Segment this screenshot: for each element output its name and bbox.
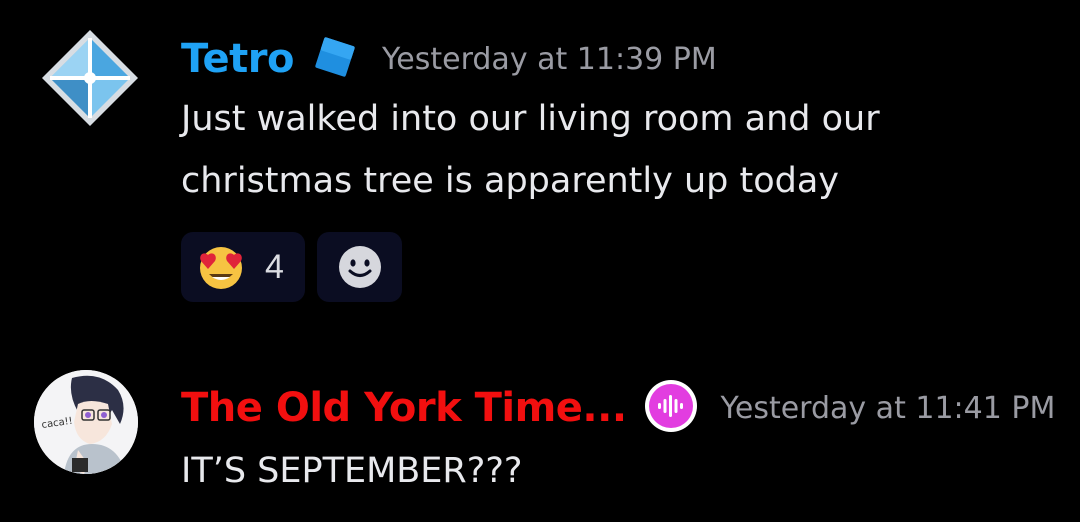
reaction-count: 4 bbox=[265, 247, 284, 286]
message-header: The Old York Time... Yesterday at 11:41 … bbox=[181, 378, 1055, 438]
message-content: IT’S SEPTEMBER??? bbox=[181, 440, 522, 502]
author-name[interactable]: Tetro bbox=[181, 36, 294, 82]
message-header: Tetro Yesterday at 11:39 PM bbox=[181, 30, 717, 88]
timestamp[interactable]: Yesterday at 11:41 PM bbox=[721, 391, 1056, 426]
message-line: Just walked into our living room and our bbox=[181, 99, 880, 139]
heart-eyes-emoji-icon bbox=[200, 247, 242, 289]
old-york-avatar[interactable]: caca!! bbox=[34, 370, 138, 474]
message-line: IT’S SEPTEMBER??? bbox=[181, 451, 523, 491]
message-content: Just walked into our living room and our… bbox=[181, 88, 880, 212]
audio-waveform-badge-icon bbox=[643, 378, 699, 438]
tetro-avatar[interactable] bbox=[38, 26, 142, 130]
add-reaction-button[interactable] bbox=[317, 232, 402, 302]
message-tetro: Tetro Yesterday at 11:39 PM Just walked … bbox=[0, 0, 1080, 320]
author-name[interactable]: The Old York Time... bbox=[181, 385, 627, 431]
message-old-york: caca!! The Old York Time... Yesterday at… bbox=[0, 350, 1080, 522]
blue-square-badge-icon bbox=[310, 32, 360, 86]
message-line: christmas tree is apparently up today bbox=[181, 161, 840, 201]
add-reaction-smiley-icon bbox=[338, 246, 381, 288]
timestamp[interactable]: Yesterday at 11:39 PM bbox=[382, 42, 717, 77]
blue-diamond-icon bbox=[42, 30, 138, 126]
anime-character-avatar: caca!! bbox=[34, 370, 138, 474]
reaction-heart-eyes[interactable]: 4 bbox=[181, 232, 305, 302]
reactions-bar: 4 bbox=[181, 232, 402, 302]
